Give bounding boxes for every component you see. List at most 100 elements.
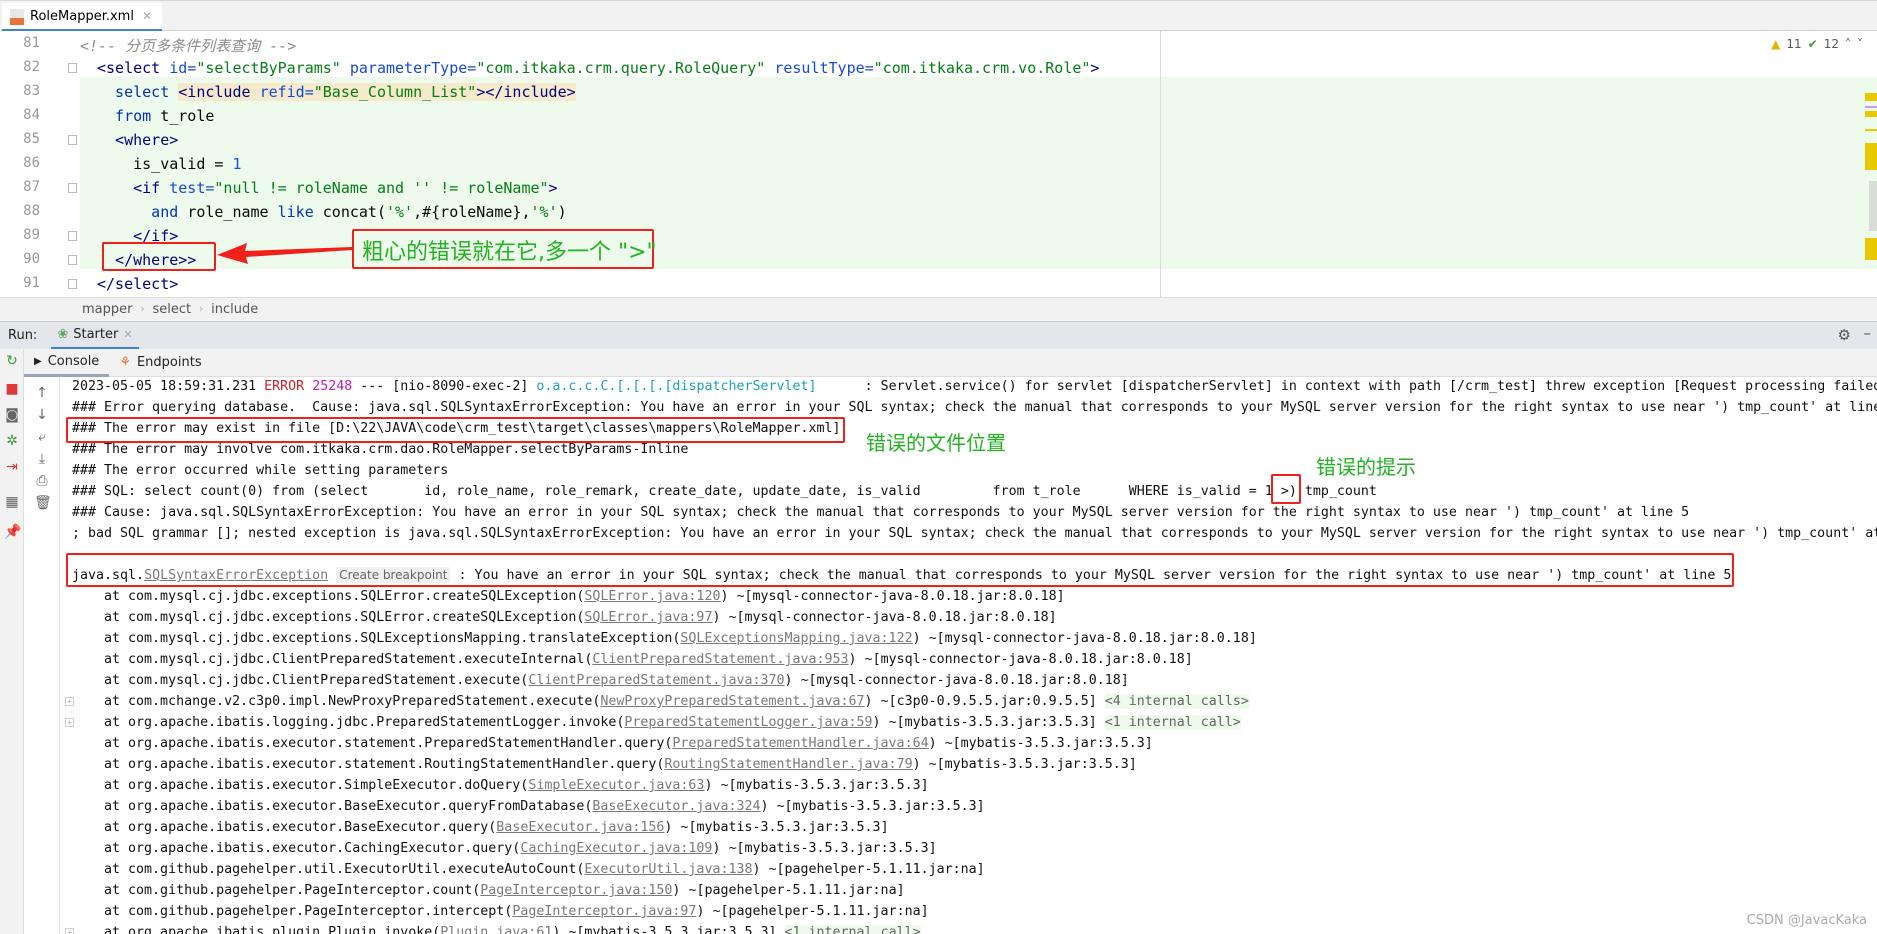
source-link[interactable]: SQLExceptionsMapping.java:122 <box>680 631 912 646</box>
code-token: 1 <box>232 155 242 173</box>
source-link[interactable]: BaseExecutor.java:156 <box>496 820 664 835</box>
line-number: 82 <box>23 59 40 75</box>
frame-method: at com.mysql.cj.jdbc.exceptions.SQLError… <box>72 610 585 625</box>
source-link[interactable]: RoutingStatementHandler.java:79 <box>664 757 912 772</box>
gear-icon[interactable]: ⚙ <box>1838 326 1851 344</box>
fold-marker-icon[interactable] <box>68 183 77 193</box>
source-link[interactable]: ClientPreparedStatement.java:370 <box>528 673 784 688</box>
rerun-icon[interactable]: ↻ <box>4 353 20 369</box>
prev-highlight-icon[interactable]: ˄ <box>1845 37 1851 51</box>
source-link[interactable]: PreparedStatementLogger.java:59 <box>624 715 872 730</box>
tab-endpoints[interactable]: ⚘ Endpoints <box>109 349 211 377</box>
close-tab-icon[interactable]: ✕ <box>142 9 152 23</box>
code-token: ,#{roleName}, <box>413 203 531 221</box>
inspection-widget[interactable]: ▲ 11 ✔ 12 ˄ ˅ <box>1771 37 1863 51</box>
code-token: is_valid = <box>97 155 233 173</box>
error-stripe-mark[interactable] <box>1865 93 1877 101</box>
close-run-tab-icon[interactable]: ✕ <box>123 328 132 341</box>
exit-icon[interactable]: ⇥ <box>4 459 20 475</box>
stack-frame: + at org.apache.ibatis.plugin.Plugin.inv… <box>65 923 921 934</box>
code-token: t_role <box>160 107 215 125</box>
frame-method: at com.mysql.cj.jdbc.exceptions.SQLError… <box>72 589 585 604</box>
frame-method: at org.apache.ibatis.executor.BaseExecut… <box>72 820 497 835</box>
source-link[interactable]: PageInterceptor.java:97 <box>512 904 696 919</box>
code-line: select <include refid="Base_Column_List"… <box>97 83 576 101</box>
scroll-to-end-icon[interactable]: ⤓ <box>34 451 50 467</box>
run-toolbar: Run: ❀ Starter ✕ ⚙ – <box>0 321 1877 350</box>
console-output[interactable]: 2023-05-05 18:59:31.231 ERROR 25248 --- … <box>60 377 1877 934</box>
source-link[interactable]: PreparedStatementHandler.java:64 <box>672 736 928 751</box>
line-number: 83 <box>23 83 40 99</box>
internal-calls-toggle[interactable]: <1 internal call> <box>784 925 921 934</box>
expand-icon[interactable]: + <box>65 697 74 706</box>
source-link[interactable]: ClientPreparedStatement.java:953 <box>592 652 848 667</box>
error-stripe-mark[interactable] <box>1865 111 1877 117</box>
frame-jar: ) ~[mybatis-3.5.3.jar:3.5.3] <box>712 841 937 856</box>
source-link[interactable]: BaseExecutor.java:324 <box>592 799 760 814</box>
warnings-count: 11 <box>1786 37 1802 51</box>
source-link[interactable]: Plugin.java:61 <box>440 925 552 934</box>
stop-icon[interactable]: ■ <box>4 381 20 397</box>
frame-method: at org.apache.ibatis.executor.SimpleExec… <box>72 778 529 793</box>
xml-file-icon <box>10 9 24 25</box>
source-link[interactable]: SimpleExecutor.java:63 <box>528 778 704 793</box>
arrow-down-icon[interactable]: ↓ <box>34 407 50 423</box>
source-link[interactable]: NewProxyPreparedStatement.java:67 <box>600 694 864 709</box>
code-token: "com.itkaka.crm.query.RoleQuery" <box>476 59 775 77</box>
console-text: o.a.c.c.C.[.[.[.[dispatcherServlet] <box>536 379 817 394</box>
source-link[interactable]: ExecutorUtil.java:138 <box>584 862 752 877</box>
fold-marker-icon[interactable] <box>68 231 77 241</box>
fold-marker-icon[interactable] <box>68 279 77 289</box>
annotation-box-exception <box>66 553 1734 587</box>
console-line: ; bad SQL grammar []; nested exception i… <box>72 524 1877 544</box>
stack-frame: at com.mysql.cj.jdbc.exceptions.SQLError… <box>72 608 1057 628</box>
print-icon[interactable]: ⎙ <box>34 473 50 489</box>
editor-scrollbar[interactable] <box>1869 181 1877 231</box>
next-highlight-icon[interactable]: ˅ <box>1857 37 1863 51</box>
annotation-box-hint <box>1271 474 1301 504</box>
fold-marker-icon[interactable] <box>68 63 77 73</box>
code-token: '%' <box>530 203 558 221</box>
tab-console[interactable]: ▶ Console <box>24 349 110 377</box>
run-config-tab-starter[interactable]: ❀ Starter ✕ <box>51 322 139 350</box>
pin-icon[interactable]: 📌 <box>4 524 21 540</box>
arrow-up-icon[interactable]: ↑ <box>34 385 50 401</box>
layout-icon[interactable]: ▦ <box>4 494 20 510</box>
frame-method: at org.apache.ibatis.executor.BaseExecut… <box>72 799 593 814</box>
stack-frame: at com.github.pagehelper.util.ExecutorUt… <box>72 860 985 880</box>
tab-rolemapper-xml[interactable]: RoleMapper.xml ✕ <box>2 3 163 32</box>
code-line: </select> <box>97 275 178 293</box>
code-token: parameterType= <box>349 59 477 77</box>
soft-wrap-icon[interactable]: ⤶ <box>34 429 50 445</box>
minimize-icon[interactable]: – <box>1864 324 1872 342</box>
frame-method: at org.apache.ibatis.executor.statement.… <box>72 736 673 751</box>
console-line: ### Cause: java.sql.SQLSyntaxErrorExcept… <box>72 503 1689 523</box>
source-link[interactable]: CachingExecutor.java:109 <box>520 841 712 856</box>
source-link[interactable]: PageInterceptor.java:150 <box>480 883 672 898</box>
breadcrumb-item[interactable]: mapper <box>82 302 132 317</box>
fold-marker-icon[interactable] <box>68 255 77 265</box>
breadcrumb-item[interactable]: include <box>211 302 258 317</box>
fold-marker-icon[interactable] <box>68 135 77 145</box>
breadcrumb-item[interactable]: select <box>152 302 191 317</box>
error-stripe-mark[interactable] <box>1865 143 1877 170</box>
error-stripe-mark[interactable] <box>1865 106 1877 108</box>
frame-jar: ) ~[pagehelper-5.1.11.jar:na] <box>672 883 905 898</box>
source-link[interactable]: SQLError.java:120 <box>584 589 720 604</box>
restore-layout-icon[interactable]: ✲ <box>4 433 20 449</box>
trash-icon[interactable]: 🗑 <box>34 495 52 511</box>
expand-icon[interactable]: + <box>65 928 74 934</box>
error-stripe-mark[interactable] <box>1865 129 1877 131</box>
internal-calls-toggle[interactable]: <4 internal calls> <box>1104 694 1249 709</box>
hint-annotation-text: 错误的提示 <box>1316 455 1416 479</box>
expand-icon[interactable]: + <box>65 718 74 727</box>
camera-icon[interactable]: ◙ <box>4 407 20 423</box>
watermark: CSDN @JavacKaka <box>1746 913 1867 928</box>
error-stripe-mark[interactable] <box>1865 238 1877 260</box>
stack-frame: at org.apache.ibatis.executor.BaseExecut… <box>72 797 985 817</box>
frame-method: at com.mysql.cj.jdbc.ClientPreparedState… <box>72 673 529 688</box>
source-link[interactable]: SQLError.java:97 <box>584 610 712 625</box>
line-number: 87 <box>23 179 40 195</box>
internal-calls-toggle[interactable]: <1 internal call> <box>1104 715 1241 730</box>
stack-frame: at com.mysql.cj.jdbc.ClientPreparedState… <box>72 671 1129 691</box>
